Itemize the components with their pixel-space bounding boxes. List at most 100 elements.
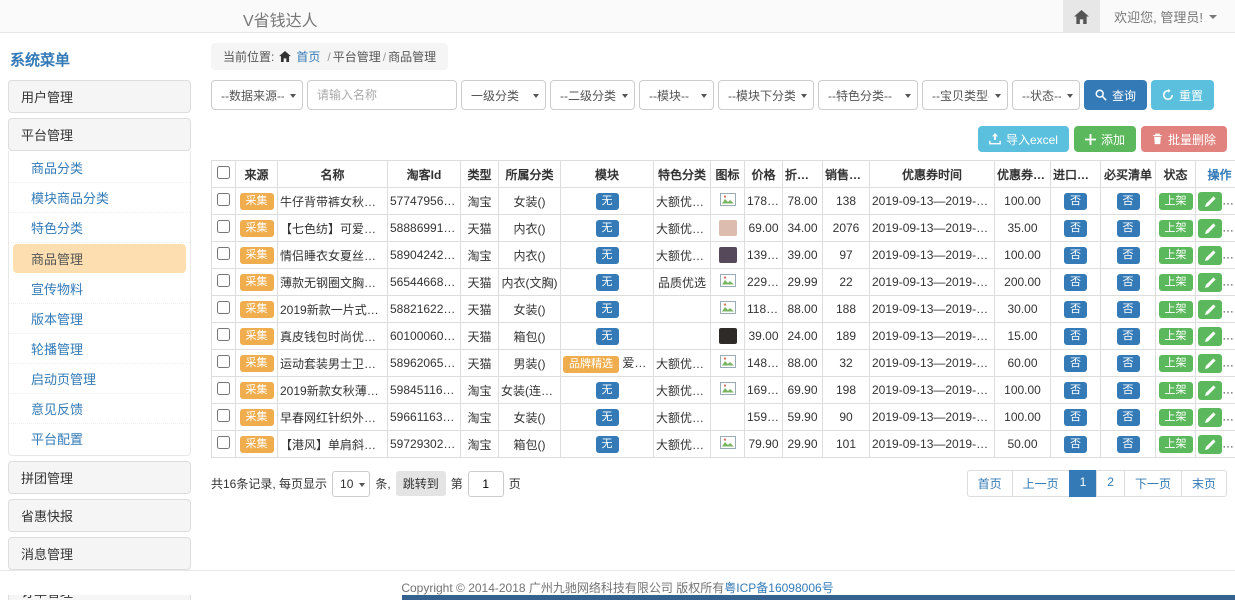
status-badge[interactable]: 上架 — [1159, 355, 1193, 372]
table-row: 采集牛仔背带裤女秋装减龄...577479560965淘宝女装()无大额优惠券1… — [212, 188, 1235, 215]
edit-button[interactable] — [1198, 327, 1222, 346]
import-excel-button[interactable]: 导入excel — [978, 126, 1069, 152]
icp-link[interactable]: 粤ICP备16098006号 — [724, 581, 833, 595]
filter-select-7[interactable]: --状态-- — [1012, 80, 1080, 110]
edit-button[interactable] — [1198, 354, 1222, 373]
filter-select-4[interactable]: --模块下分类-- — [718, 80, 814, 110]
edit-button[interactable] — [1198, 408, 1222, 427]
row-checkbox[interactable] — [217, 301, 230, 314]
sidebar-item-版本管理[interactable]: 版本管理 — [9, 304, 190, 334]
jump-button[interactable]: 跳转到 — [396, 471, 446, 496]
must-buy-badge[interactable]: 否 — [1117, 247, 1140, 264]
import-select-badge[interactable]: 否 — [1064, 328, 1087, 345]
sidebar-item-商品分类[interactable]: 商品分类 — [9, 153, 190, 183]
sidebar-group-header-3[interactable]: 省惠快报 — [8, 499, 191, 532]
name-search-input[interactable] — [307, 80, 457, 110]
breadcrumb-home-link[interactable]: 首页 — [296, 48, 320, 65]
select-all-checkbox[interactable] — [217, 166, 230, 179]
row-checkbox[interactable] — [217, 355, 230, 368]
sidebar-item-商品管理[interactable]: 商品管理 — [13, 244, 186, 273]
must-buy-badge[interactable]: 否 — [1117, 220, 1140, 237]
status-badge[interactable]: 上架 — [1159, 328, 1193, 345]
sidebar-group-header-2[interactable]: 拼团管理 — [8, 461, 191, 494]
row-checkbox[interactable] — [217, 436, 230, 449]
import-select-badge[interactable]: 否 — [1064, 409, 1087, 426]
row-checkbox[interactable] — [217, 220, 230, 233]
edit-button[interactable] — [1198, 192, 1222, 211]
status-badge[interactable]: 上架 — [1159, 409, 1193, 426]
sidebar-group-header-1[interactable]: 平台管理 — [8, 118, 191, 151]
import-select-badge[interactable]: 否 — [1064, 355, 1087, 372]
home-button[interactable] — [1063, 0, 1100, 33]
first-page-button[interactable]: 首页 — [967, 470, 1013, 497]
source-badge: 采集 — [240, 355, 274, 372]
import-select-badge[interactable]: 否 — [1064, 247, 1087, 264]
price: 229.99 — [745, 269, 783, 296]
edit-button[interactable] — [1198, 219, 1222, 238]
last-page-button[interactable]: 末页 — [1181, 470, 1227, 497]
edit-button[interactable] — [1198, 273, 1222, 292]
must-buy-badge[interactable]: 否 — [1117, 274, 1140, 291]
must-buy-badge[interactable]: 否 — [1117, 409, 1140, 426]
edit-button[interactable] — [1198, 300, 1222, 319]
must-buy-badge[interactable]: 否 — [1117, 382, 1140, 399]
edit-button[interactable] — [1198, 435, 1222, 454]
status-badge[interactable]: 上架 — [1159, 436, 1193, 453]
must-buy-badge[interactable]: 否 — [1117, 193, 1140, 210]
import-select-badge[interactable]: 否 — [1064, 274, 1087, 291]
edit-button[interactable] — [1198, 381, 1222, 400]
must-buy-badge[interactable]: 否 — [1117, 355, 1140, 372]
edit-button[interactable] — [1198, 246, 1222, 265]
row-checkbox[interactable] — [217, 328, 230, 341]
status-badge[interactable]: 上架 — [1159, 193, 1193, 210]
status-badge[interactable]: 上架 — [1159, 247, 1193, 264]
search-button[interactable]: 查询 — [1084, 80, 1147, 110]
reset-button[interactable]: 重置 — [1151, 80, 1214, 110]
status-badge[interactable]: 上架 — [1159, 301, 1193, 318]
status-badge[interactable]: 上架 — [1159, 274, 1193, 291]
sales-count: 101 — [823, 431, 870, 458]
row-checkbox[interactable] — [217, 382, 230, 395]
jump-page-input[interactable] — [468, 471, 504, 497]
sidebar-item-宣传物料[interactable]: 宣传物料 — [9, 274, 190, 304]
prev-page-button[interactable]: 上一页 — [1012, 470, 1070, 497]
row-checkbox[interactable] — [217, 193, 230, 206]
sidebar-group-header-4[interactable]: 消息管理 — [8, 537, 191, 570]
import-select-badge[interactable]: 否 — [1064, 382, 1087, 399]
import-select-badge[interactable]: 否 — [1064, 301, 1087, 318]
filter-select-0[interactable]: --数据来源-- — [211, 80, 303, 110]
add-button[interactable]: 添加 — [1074, 126, 1136, 152]
page-button-1[interactable]: 1 — [1069, 470, 1098, 497]
sidebar-group-header-0[interactable]: 用户管理 — [8, 80, 191, 113]
status-badge[interactable]: 上架 — [1159, 220, 1193, 237]
must-buy-badge[interactable]: 否 — [1117, 301, 1140, 318]
feature-category: 大额优惠券 — [654, 242, 711, 269]
row-checkbox[interactable] — [217, 409, 230, 422]
filter-select-label: --数据来源-- — [221, 87, 284, 104]
must-buy-badge[interactable]: 否 — [1117, 436, 1140, 453]
sidebar-item-特色分类[interactable]: 特色分类 — [9, 213, 190, 243]
status-badge[interactable]: 上架 — [1159, 382, 1193, 399]
broken-image-icon — [720, 301, 736, 314]
filter-select-6[interactable]: --宝贝类型-- — [922, 80, 1008, 110]
batch-delete-button[interactable]: 批量删除 — [1141, 126, 1227, 152]
sidebar-item-轮播管理[interactable]: 轮播管理 — [9, 334, 190, 364]
next-page-button[interactable]: 下一页 — [1124, 470, 1182, 497]
filter-select-1[interactable]: 一级分类 — [461, 80, 546, 110]
row-checkbox[interactable] — [217, 274, 230, 287]
must-buy-badge[interactable]: 否 — [1117, 328, 1140, 345]
import-select-badge[interactable]: 否 — [1064, 436, 1087, 453]
page-button-2[interactable]: 2 — [1096, 470, 1125, 497]
sidebar-item-意见反馈[interactable]: 意见反馈 — [9, 394, 190, 424]
sidebar-item-平台配置[interactable]: 平台配置 — [9, 424, 190, 453]
filter-select-5[interactable]: --特色分类-- — [818, 80, 918, 110]
filter-select-2[interactable]: --二级分类-- — [550, 80, 635, 110]
user-menu[interactable]: 欢迎您, 管理员! — [1100, 7, 1235, 26]
filter-select-3[interactable]: --模块-- — [639, 80, 714, 110]
sidebar-item-启动页管理[interactable]: 启动页管理 — [9, 364, 190, 394]
per-page-select[interactable]: 10 — [332, 471, 370, 497]
import-select-badge[interactable]: 否 — [1064, 220, 1087, 237]
import-select-badge[interactable]: 否 — [1064, 193, 1087, 210]
row-checkbox[interactable] — [217, 247, 230, 260]
sidebar-item-模块商品分类[interactable]: 模块商品分类 — [9, 183, 190, 213]
